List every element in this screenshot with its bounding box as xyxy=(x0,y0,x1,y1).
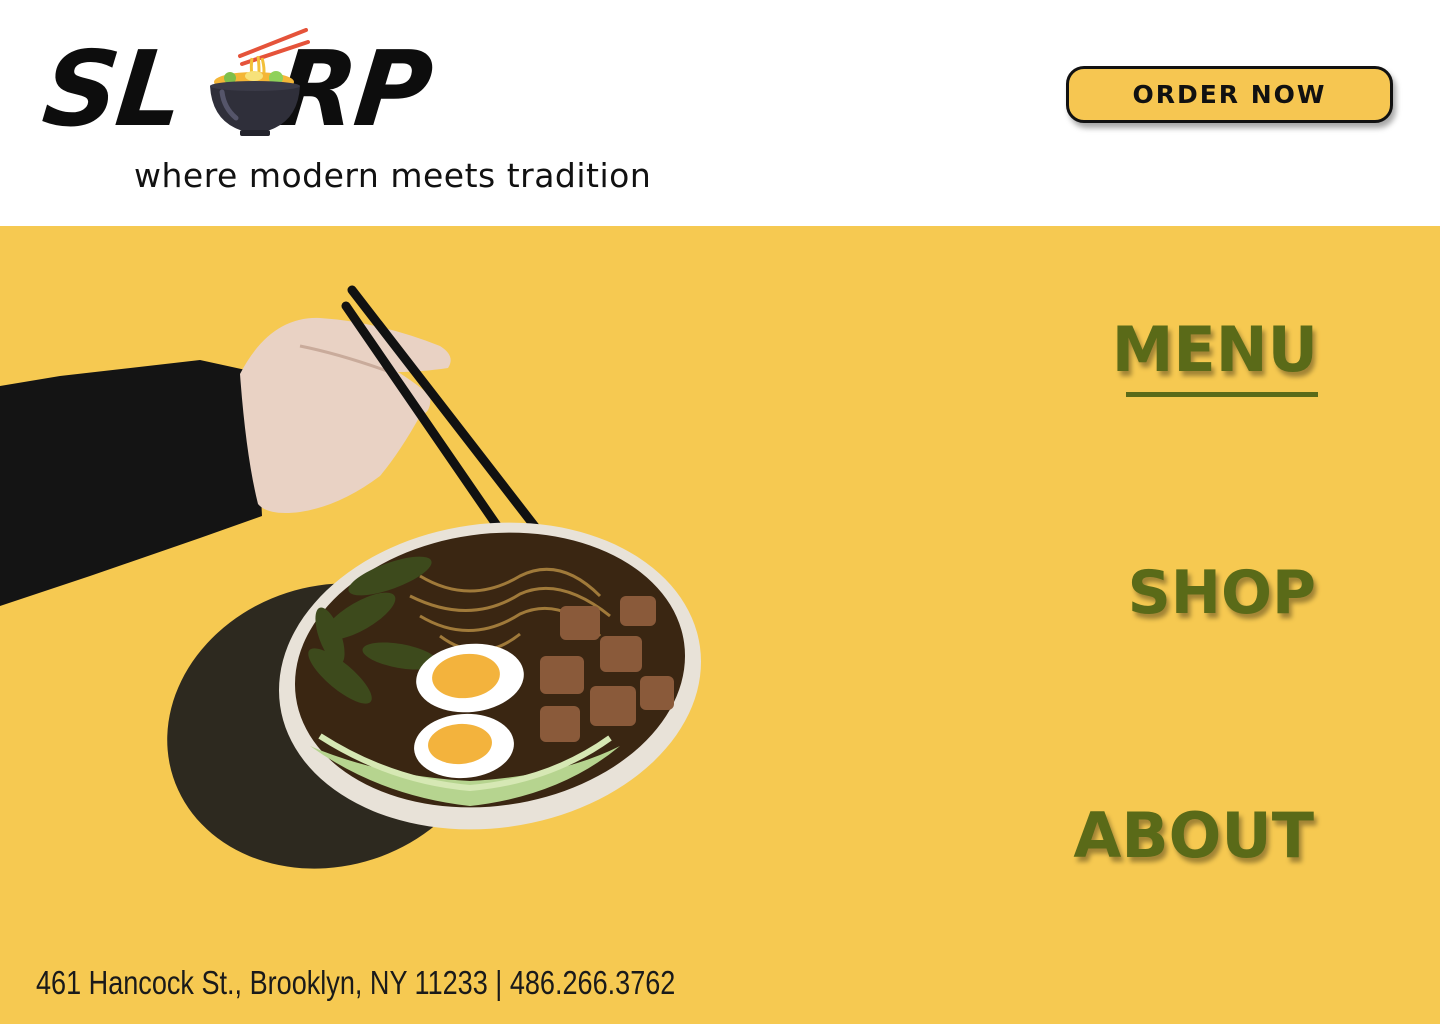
nav-about-link[interactable]: ABOUT xyxy=(1073,800,1314,872)
nav-menu-active-underline xyxy=(1126,392,1318,397)
ramen-bowl-photo xyxy=(0,285,701,869)
order-now-button[interactable]: ORDER NOW xyxy=(1066,66,1393,123)
logo-text-left: SL xyxy=(37,28,188,150)
nav-shop-link[interactable]: SHOP xyxy=(1128,558,1316,628)
slurp-logo[interactable]: SL RP xyxy=(37,28,460,150)
nav-menu-link[interactable]: MENU xyxy=(1112,314,1318,386)
tagline: where modern meets tradition xyxy=(134,156,652,195)
page: SL RP where modern meets tradition ORDER… xyxy=(0,0,1440,1024)
address-phone-text: 461 Hancock St., Brooklyn, NY 11233 | 48… xyxy=(36,964,676,1001)
hero-section: MENU SHOP ABOUT 461 Hancock St., Brookly… xyxy=(0,226,1440,1024)
ramen-bowl-icon xyxy=(210,28,310,136)
site-header: SL RP where modern meets tradition ORDER… xyxy=(0,0,1440,226)
